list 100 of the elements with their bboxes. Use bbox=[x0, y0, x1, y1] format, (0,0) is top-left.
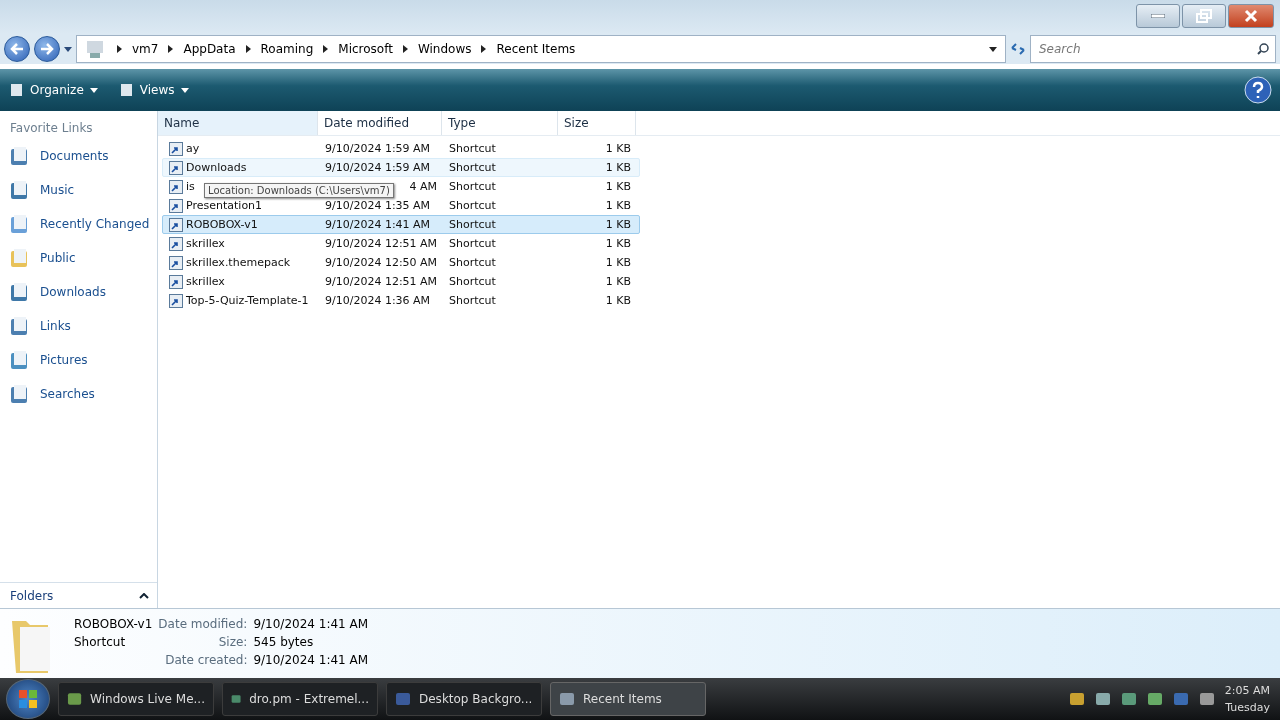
file-row[interactable]: ROBOBOX-v1 9/10/2024 1:41 AM Shortcut 1 KB bbox=[162, 215, 640, 234]
app-icon bbox=[395, 691, 411, 707]
close-icon bbox=[1244, 9, 1258, 23]
detail-value: 9/10/2024 1:41 AM bbox=[253, 617, 369, 631]
taskbar-button[interactable]: Desktop Backgro... bbox=[386, 682, 542, 716]
tooltip: Location: Downloads (C:\Users\vm7) bbox=[204, 183, 394, 198]
detail-label: Size: bbox=[217, 635, 248, 649]
type-text: Shortcut bbox=[449, 218, 496, 231]
type-text: Shortcut bbox=[449, 199, 496, 212]
type-text: Shortcut bbox=[449, 275, 496, 288]
type-text: Shortcut bbox=[449, 294, 496, 307]
help-icon[interactable] bbox=[1244, 76, 1272, 104]
breadcrumb-item[interactable]: Roaming bbox=[260, 42, 314, 56]
sidebar-item[interactable]: Recently Changed bbox=[0, 207, 157, 241]
file-name: ay bbox=[186, 142, 200, 155]
breadcrumb-item[interactable]: vm7 bbox=[132, 42, 159, 56]
date-text: 9/10/2024 1:59 AM bbox=[325, 142, 431, 155]
back-button[interactable] bbox=[4, 36, 30, 62]
shortcut-icon bbox=[169, 160, 183, 175]
clock-time: 2:05 AM bbox=[1224, 684, 1270, 697]
file-name: is bbox=[186, 180, 195, 193]
chevron-icon bbox=[481, 45, 487, 53]
shortcut-icon bbox=[169, 179, 183, 194]
detail-label: Date created: bbox=[164, 653, 248, 667]
restore-icon bbox=[1196, 9, 1212, 23]
restore-button[interactable] bbox=[1182, 4, 1226, 28]
organize-menu[interactable]: Organize bbox=[8, 81, 100, 99]
size-text: 1 KB bbox=[605, 237, 631, 250]
close-button[interactable] bbox=[1228, 4, 1274, 28]
file-name: ROBOBOX-v1 bbox=[74, 617, 153, 631]
date-text: 9/10/2024 12:51 AM bbox=[325, 237, 438, 250]
type-text: Shortcut bbox=[449, 161, 496, 174]
breadcrumb-item[interactable]: AppData bbox=[183, 42, 236, 56]
shortcut-icon bbox=[169, 217, 183, 232]
minimize-button[interactable] bbox=[1136, 4, 1180, 28]
date-text: 9/10/2024 12:50 AM bbox=[325, 256, 438, 269]
dropdown-arrow-icon[interactable] bbox=[64, 46, 72, 52]
sidebar-item[interactable]: Documents bbox=[0, 139, 157, 173]
caret-icon bbox=[180, 87, 189, 93]
column-header[interactable]: Name bbox=[158, 111, 318, 135]
file-name: Downloads bbox=[186, 161, 247, 174]
date-text: 9/10/2024 12:51 AM bbox=[325, 275, 438, 288]
sidebar-item[interactable]: Searches bbox=[0, 377, 157, 411]
app-icon bbox=[67, 691, 83, 707]
size-text: 1 KB bbox=[605, 161, 631, 174]
chevron-up-icon bbox=[139, 592, 149, 599]
breadcrumb-item[interactable]: Windows bbox=[417, 42, 472, 56]
size-text: 1 KB bbox=[605, 275, 631, 288]
chevron-icon bbox=[245, 45, 251, 53]
breadcrumb-item[interactable]: Recent Items bbox=[496, 42, 576, 56]
date-text: 9/10/2024 1:59 AM bbox=[325, 161, 431, 174]
type-text: Shortcut bbox=[449, 180, 496, 193]
dropdown-arrow-icon[interactable] bbox=[989, 46, 997, 52]
sidebar-title: Favorite Links bbox=[9, 120, 94, 137]
shortcut-icon bbox=[169, 293, 183, 308]
shortcut-icon bbox=[169, 255, 183, 270]
breadcrumb-item[interactable]: Microsoft bbox=[338, 42, 393, 56]
size-text: 1 KB bbox=[605, 256, 631, 269]
date-text: 4 AM bbox=[409, 180, 437, 193]
detail-value: 545 bytes bbox=[253, 635, 315, 649]
taskbar-button[interactable]: dro.pm - Extremel... bbox=[222, 682, 378, 716]
file-name: Presentation1 bbox=[186, 199, 263, 212]
address-bar[interactable]: vm7 AppData Roaming Microsoft Windows Recent Items bbox=[76, 35, 1006, 63]
sidebar-item[interactable]: Public bbox=[0, 241, 157, 275]
file-name: ROBOBOX-v1 bbox=[186, 218, 258, 231]
views-menu[interactable]: Views bbox=[117, 81, 191, 99]
caret-icon bbox=[89, 87, 98, 93]
shortcut-icon bbox=[169, 198, 183, 213]
date-text: 9/10/2024 1:41 AM bbox=[325, 218, 431, 231]
refresh-icon[interactable] bbox=[1010, 41, 1026, 57]
detail-label: Date modified: bbox=[158, 617, 248, 631]
shortcut-icon bbox=[169, 141, 183, 156]
size-text: 1 KB bbox=[605, 218, 631, 231]
taskbar-button[interactable]: Recent Items bbox=[550, 682, 706, 716]
shortcut-icon bbox=[169, 236, 183, 251]
file-name: skrillex bbox=[186, 275, 225, 288]
type-text: Shortcut bbox=[449, 256, 496, 269]
date-text: 9/10/2024 1:35 AM bbox=[325, 199, 431, 212]
size-text: 1 KB bbox=[605, 199, 631, 212]
chevron-icon bbox=[402, 45, 408, 53]
sidebar-item[interactable]: Links bbox=[0, 309, 157, 343]
taskbar-button[interactable]: Windows Live Me... bbox=[58, 682, 214, 716]
forward-button[interactable] bbox=[34, 36, 60, 62]
sidebar-item[interactable]: Pictures bbox=[0, 343, 157, 377]
forward-arrow-icon bbox=[40, 43, 54, 55]
sidebar-item[interactable]: Downloads bbox=[0, 275, 157, 309]
file-type: Shortcut bbox=[74, 635, 127, 649]
app-icon bbox=[559, 691, 575, 707]
file-row[interactable]: Downloads 9/10/2024 1:59 AM Shortcut 1 KB bbox=[162, 158, 640, 177]
sidebar-item[interactable]: Music bbox=[0, 173, 157, 207]
detail-value: 9/10/2024 1:41 AM bbox=[253, 653, 369, 667]
date-text: 9/10/2024 1:36 AM bbox=[325, 294, 431, 307]
size-text: 1 KB bbox=[605, 142, 631, 155]
search-field[interactable]: Search bbox=[1030, 35, 1276, 63]
start-button[interactable] bbox=[6, 679, 50, 719]
pages-icon bbox=[10, 83, 24, 97]
type-text: Shortcut bbox=[449, 237, 496, 250]
file-name: Top-5-Quiz-Template-1 bbox=[186, 294, 309, 307]
size-text: 1 KB bbox=[605, 294, 631, 307]
list-view-icon bbox=[119, 83, 134, 97]
